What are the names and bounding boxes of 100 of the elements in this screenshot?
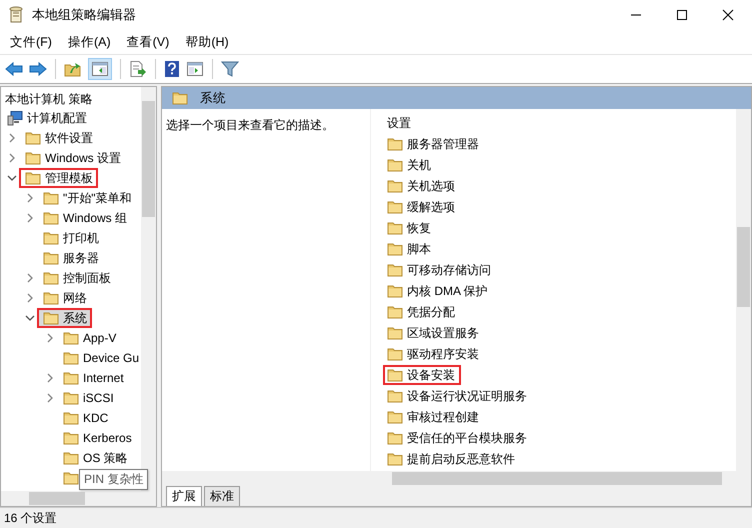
- menu-item[interactable]: 操作(A): [68, 32, 111, 52]
- tree-item[interactable]: Windows 设置: [19, 148, 126, 168]
- list-item[interactable]: 恢复: [383, 218, 437, 238]
- folder-icon: [387, 262, 403, 278]
- folder-icon: [43, 190, 59, 206]
- list-item[interactable]: 区域设置服务: [383, 323, 485, 343]
- list-item[interactable]: 内核 DMA 保护: [383, 281, 494, 301]
- up-folder-icon[interactable]: [64, 60, 82, 78]
- list-item[interactable]: 关机: [383, 155, 437, 175]
- tree-item[interactable]: 系统: [37, 308, 92, 328]
- tab[interactable]: 标准: [204, 486, 240, 506]
- list-item[interactable]: 驱动程序安装: [383, 344, 485, 364]
- folder-icon: [387, 430, 403, 446]
- export-list-icon[interactable]: [129, 60, 147, 78]
- folder-icon: [43, 230, 59, 246]
- tree-item[interactable]: iSCSI: [57, 388, 119, 408]
- folder-icon: [387, 367, 403, 383]
- description-text: 选择一个项目来查看它的描述。: [166, 118, 334, 132]
- tree-item[interactable]: "开始"菜单和: [37, 188, 137, 208]
- list-item[interactable]: 关机选项: [383, 176, 461, 196]
- list-item[interactable]: 设备运行状况证明服务: [383, 386, 533, 406]
- folder-icon: [387, 325, 403, 341]
- chevron-right-icon[interactable]: [46, 373, 54, 383]
- list-item[interactable]: 服务器管理器: [383, 134, 485, 154]
- computer-icon: [7, 110, 23, 126]
- list-item[interactable]: 凭据分配: [383, 302, 461, 322]
- help-icon[interactable]: [164, 60, 180, 78]
- folder-icon: [387, 220, 403, 236]
- horizontal-scrollbar[interactable]: [162, 471, 751, 486]
- tree-item[interactable]: 网络: [37, 288, 92, 308]
- folder-icon: [387, 451, 403, 467]
- tree-item[interactable]: Internet: [57, 368, 129, 388]
- folder-icon: [63, 350, 79, 366]
- back-arrow-icon[interactable]: [5, 61, 23, 77]
- folder-icon: [387, 283, 403, 299]
- chevron-down-icon[interactable]: [7, 174, 17, 182]
- folder-icon: [387, 136, 403, 152]
- folder-icon: [63, 330, 79, 346]
- folder-icon: [43, 310, 59, 326]
- list-item[interactable]: 脚本: [383, 239, 437, 259]
- folder-icon: [25, 130, 41, 146]
- folder-icon: [25, 150, 41, 166]
- pane-icon: [91, 61, 109, 77]
- chevron-right-icon[interactable]: [26, 293, 34, 303]
- horizontal-scrollbar[interactable]: [1, 491, 156, 506]
- tree-item[interactable]: 服务器: [37, 248, 104, 268]
- folder-icon: [387, 409, 403, 425]
- show-tree-button[interactable]: [88, 58, 112, 80]
- chevron-right-icon[interactable]: [8, 153, 16, 163]
- tree-item[interactable]: Device Gu: [57, 348, 144, 368]
- menu-item[interactable]: 文件(F): [10, 32, 52, 52]
- tree-item[interactable]: 打印机: [37, 228, 104, 248]
- filter-icon[interactable]: [221, 60, 239, 78]
- folder-icon: [387, 346, 403, 362]
- list-item[interactable]: 受信任的平台模块服务: [383, 428, 533, 448]
- pane-icon[interactable]: [186, 61, 204, 77]
- tree-item[interactable]: Windows 组: [37, 208, 132, 228]
- close-icon[interactable]: [722, 9, 734, 21]
- chevron-right-icon[interactable]: [26, 273, 34, 283]
- pane-title: 系统: [200, 90, 226, 106]
- tree-item[interactable]: Kerberos: [57, 428, 137, 448]
- vertical-scrollbar[interactable]: [141, 87, 156, 491]
- folder-icon: [63, 410, 79, 426]
- list-item[interactable]: 设备安装: [383, 365, 461, 385]
- list-item[interactable]: 缓解选项: [383, 197, 461, 217]
- vertical-scrollbar[interactable]: [736, 109, 751, 471]
- menu-item[interactable]: 查看(V): [126, 32, 170, 52]
- chevron-right-icon[interactable]: [46, 393, 54, 403]
- folder-icon: [43, 210, 59, 226]
- tree-item[interactable]: 计算机配置: [1, 108, 92, 128]
- forward-arrow-icon[interactable]: [29, 61, 47, 77]
- folder-icon: [63, 450, 79, 466]
- folder-icon: [25, 170, 41, 186]
- folder-icon: [43, 250, 59, 266]
- tree-heading[interactable]: 本地计算机 策略: [1, 90, 141, 108]
- folder-icon: [387, 199, 403, 215]
- list-item[interactable]: 审核过程创建: [383, 407, 485, 427]
- list-item[interactable]: 提前启动反恶意软件: [383, 449, 521, 469]
- maximize-icon[interactable]: [676, 9, 688, 21]
- chevron-right-icon[interactable]: [46, 333, 54, 343]
- tree-item[interactable]: 控制面板: [37, 268, 116, 288]
- folder-icon: [387, 178, 403, 194]
- tree-item[interactable]: KDC: [57, 408, 114, 428]
- folder-icon: [63, 390, 79, 406]
- tree-item[interactable]: 管理模板: [19, 168, 98, 188]
- tab[interactable]: 扩展: [166, 486, 202, 506]
- tree-item[interactable]: 软件设置: [19, 128, 98, 148]
- tree-item[interactable]: OS 策略: [57, 448, 133, 468]
- tooltip: PIN 复杂性: [79, 469, 148, 490]
- folder-icon: [387, 304, 403, 320]
- chevron-right-icon[interactable]: [26, 213, 34, 223]
- window-title: 本地组策略编辑器: [32, 6, 136, 24]
- column-header[interactable]: 设置: [385, 113, 736, 133]
- status-bar: 16 个设置: [0, 508, 752, 528]
- menu-item[interactable]: 帮助(H): [185, 32, 229, 52]
- chevron-right-icon[interactable]: [8, 133, 16, 143]
- chevron-right-icon[interactable]: [26, 193, 34, 203]
- list-item[interactable]: 可移动存储访问: [383, 260, 497, 280]
- tree-item[interactable]: App-V: [57, 328, 122, 348]
- chevron-down-icon[interactable]: [25, 314, 35, 322]
